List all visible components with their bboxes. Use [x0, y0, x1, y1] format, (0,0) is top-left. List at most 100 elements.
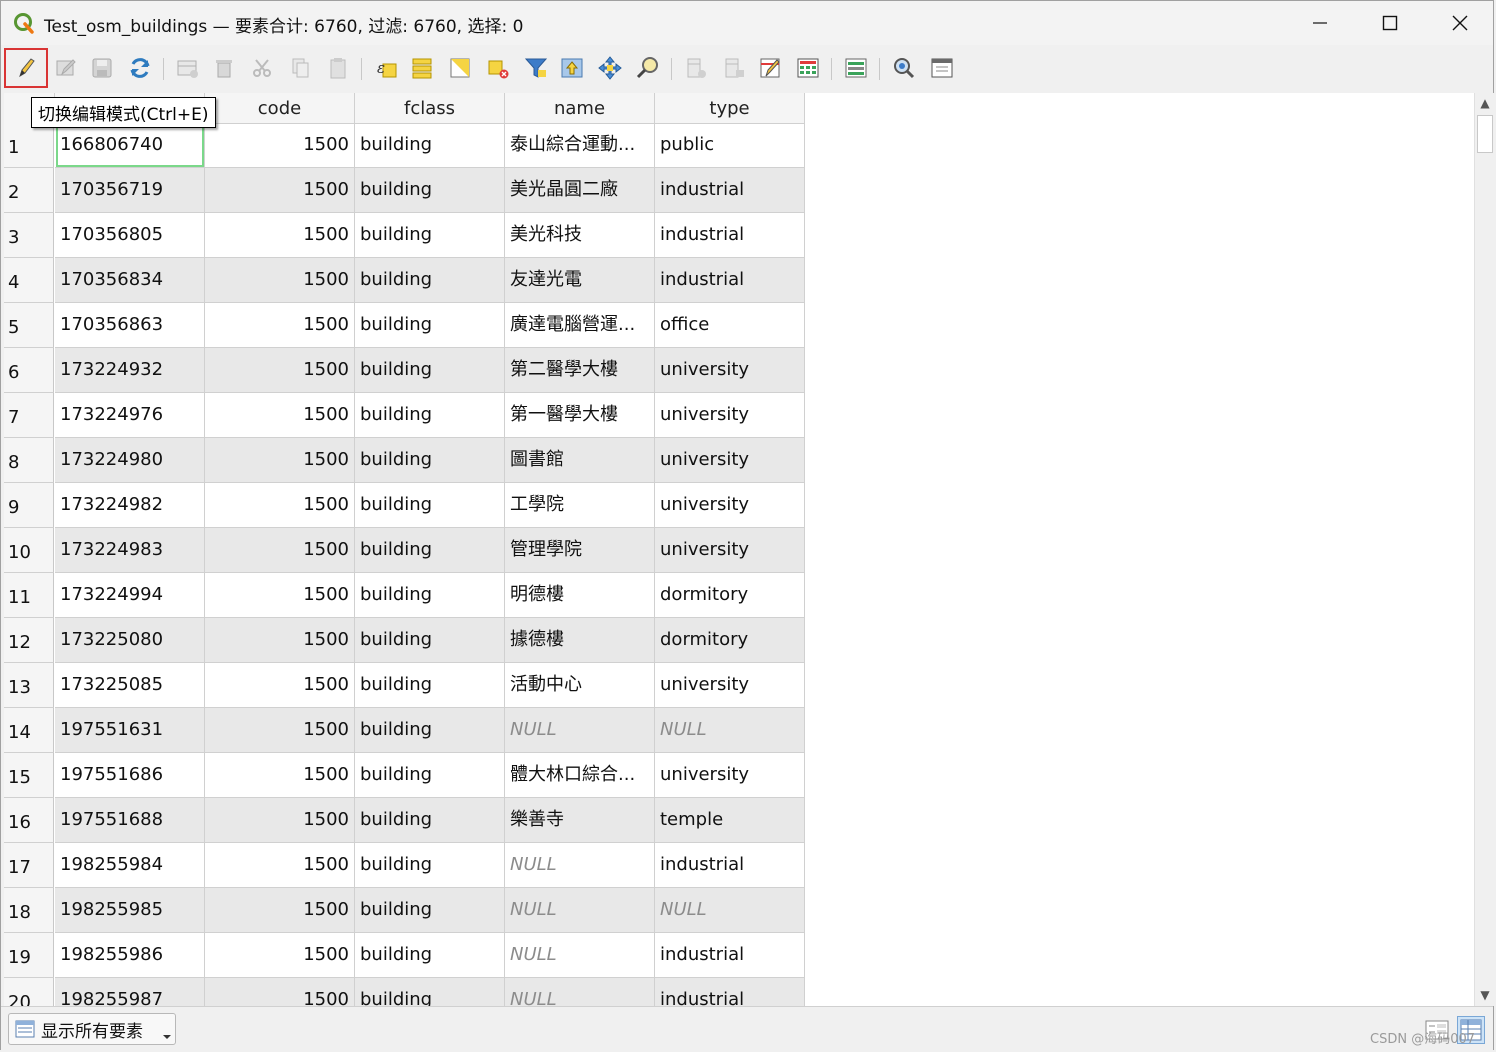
table-row[interactable]: 9 173224982 1500 building 工學院 university — [4, 483, 805, 528]
column-header-name[interactable]: name — [505, 93, 655, 123]
pan-to-selection-button[interactable] — [595, 53, 625, 83]
row-number[interactable]: 11 — [4, 573, 54, 618]
conditional-formatting-button[interactable] — [841, 53, 871, 83]
cell-type[interactable]: industrial — [655, 213, 805, 258]
cell-code[interactable]: 1500 — [205, 303, 355, 348]
cell-type[interactable]: public — [655, 123, 805, 168]
cell-fclass[interactable]: building — [355, 168, 505, 213]
vertical-scrollbar[interactable]: ▲ ▼ — [1474, 93, 1494, 1006]
cell-code[interactable]: 1500 — [205, 753, 355, 798]
table-row[interactable]: 5 170356863 1500 building 廣達電腦營運... office — [4, 303, 805, 348]
cell-name[interactable]: NULL — [505, 933, 655, 978]
cell-code[interactable]: 1500 — [205, 978, 355, 1006]
cell-code[interactable]: 1500 — [205, 123, 355, 168]
cell-code[interactable]: 1500 — [205, 933, 355, 978]
table-row[interactable]: 10 173224983 1500 building 管理學院 university — [4, 528, 805, 573]
cell-type[interactable]: temple — [655, 798, 805, 843]
cell-type[interactable]: university — [655, 753, 805, 798]
cell-code[interactable]: 1500 — [205, 483, 355, 528]
title-bar[interactable]: Test_osm_buildings — 要素合计: 6760, 过滤: 676… — [1, 1, 1493, 45]
cell-fclass[interactable]: building — [355, 843, 505, 888]
cell-name[interactable]: 美光晶圓二廠 — [505, 168, 655, 213]
cell-type[interactable]: university — [655, 483, 805, 528]
row-number[interactable]: 7 — [4, 393, 54, 438]
cell-osm-id[interactable]: 170356805 — [55, 213, 205, 258]
maximize-button[interactable] — [1355, 1, 1425, 45]
cell-name[interactable]: 泰山綜合運動... — [505, 123, 655, 168]
row-number[interactable]: 14 — [4, 708, 54, 753]
cell-code[interactable]: 1500 — [205, 708, 355, 753]
row-number[interactable]: 4 — [4, 258, 54, 303]
cell-code[interactable]: 1500 — [205, 843, 355, 888]
column-header-type[interactable]: type — [655, 93, 805, 123]
actions-button[interactable] — [889, 53, 919, 83]
cell-name[interactable]: NULL — [505, 978, 655, 1006]
delete-feature-button[interactable] — [209, 53, 239, 83]
cell-osm-id[interactable]: 173224976 — [55, 393, 205, 438]
deselect-all-button[interactable] — [483, 53, 513, 83]
cell-name[interactable]: 第一醫學大樓 — [505, 393, 655, 438]
row-number[interactable]: 1 — [4, 123, 54, 168]
cell-code[interactable]: 1500 — [205, 888, 355, 933]
cell-type[interactable]: industrial — [655, 258, 805, 303]
table-row[interactable]: 18 198255985 1500 building NULL NULL — [4, 888, 805, 933]
cell-name[interactable]: NULL — [505, 888, 655, 933]
cell-osm-id[interactable]: 197551686 — [55, 753, 205, 798]
paste-button[interactable] — [323, 53, 353, 83]
cell-name[interactable]: 美光科技 — [505, 213, 655, 258]
select-all-button[interactable] — [407, 53, 437, 83]
scrollbar-thumb[interactable] — [1477, 115, 1493, 153]
cell-code[interactable]: 1500 — [205, 528, 355, 573]
cell-type[interactable]: university — [655, 663, 805, 708]
cell-fclass[interactable]: building — [355, 573, 505, 618]
cell-code[interactable]: 1500 — [205, 618, 355, 663]
row-number[interactable]: 15 — [4, 753, 54, 798]
cell-name[interactable]: 管理學院 — [505, 528, 655, 573]
cell-name[interactable]: 據德樓 — [505, 618, 655, 663]
cell-name[interactable]: 明德樓 — [505, 573, 655, 618]
cell-type[interactable]: industrial — [655, 168, 805, 213]
cell-fclass[interactable]: building — [355, 708, 505, 753]
organize-columns-button[interactable] — [755, 53, 785, 83]
cell-fclass[interactable]: building — [355, 933, 505, 978]
row-number[interactable]: 9 — [4, 483, 54, 528]
cell-code[interactable]: 1500 — [205, 213, 355, 258]
cell-type[interactable]: university — [655, 348, 805, 393]
cell-code[interactable]: 1500 — [205, 393, 355, 438]
cell-type[interactable]: dormitory — [655, 618, 805, 663]
cell-code[interactable]: 1500 — [205, 663, 355, 708]
table-row[interactable]: 19 198255986 1500 building NULL industrial — [4, 933, 805, 978]
cell-osm-id[interactable]: 173224982 — [55, 483, 205, 528]
cell-fclass[interactable]: building — [355, 123, 505, 168]
cell-type[interactable]: office — [655, 303, 805, 348]
table-row[interactable]: 11 173224994 1500 building 明德樓 dormitory — [4, 573, 805, 618]
add-feature-button[interactable] — [173, 53, 203, 83]
cell-osm-id[interactable]: 173225080 — [55, 618, 205, 663]
cell-osm-id[interactable]: 170356863 — [55, 303, 205, 348]
cell-fclass[interactable]: building — [355, 393, 505, 438]
feature-filter-dropdown[interactable]: 显示所有要素 — [8, 1013, 176, 1045]
cell-osm-id[interactable]: 173224994 — [55, 573, 205, 618]
cell-fclass[interactable]: building — [355, 978, 505, 1006]
cell-code[interactable]: 1500 — [205, 798, 355, 843]
table-row[interactable]: 1 166806740 1500 building 泰山綜合運動... public — [4, 123, 805, 168]
table-row[interactable]: 14 197551631 1500 building NULL NULL — [4, 708, 805, 753]
cell-type[interactable]: university — [655, 438, 805, 483]
row-number[interactable]: 12 — [4, 618, 54, 663]
cell-osm-id[interactable]: 198255987 — [55, 978, 205, 1006]
cell-name[interactable]: 樂善寺 — [505, 798, 655, 843]
row-number[interactable]: 17 — [4, 843, 54, 888]
cell-osm-id[interactable]: 198255984 — [55, 843, 205, 888]
table-row[interactable]: 3 170356805 1500 building 美光科技 industrial — [4, 213, 805, 258]
cell-osm-id[interactable]: 198255985 — [55, 888, 205, 933]
minimize-button[interactable] — [1285, 1, 1355, 45]
cell-code[interactable]: 1500 — [205, 258, 355, 303]
scroll-up-icon[interactable]: ▲ — [1478, 96, 1492, 110]
cell-type[interactable]: industrial — [655, 933, 805, 978]
cell-name[interactable]: 工學院 — [505, 483, 655, 528]
cell-fclass[interactable]: building — [355, 258, 505, 303]
table-row[interactable]: 12 173225080 1500 building 據德樓 dormitory — [4, 618, 805, 663]
cell-fclass[interactable]: building — [355, 348, 505, 393]
field-calculator-button[interactable] — [793, 53, 823, 83]
close-button[interactable] — [1425, 1, 1495, 45]
